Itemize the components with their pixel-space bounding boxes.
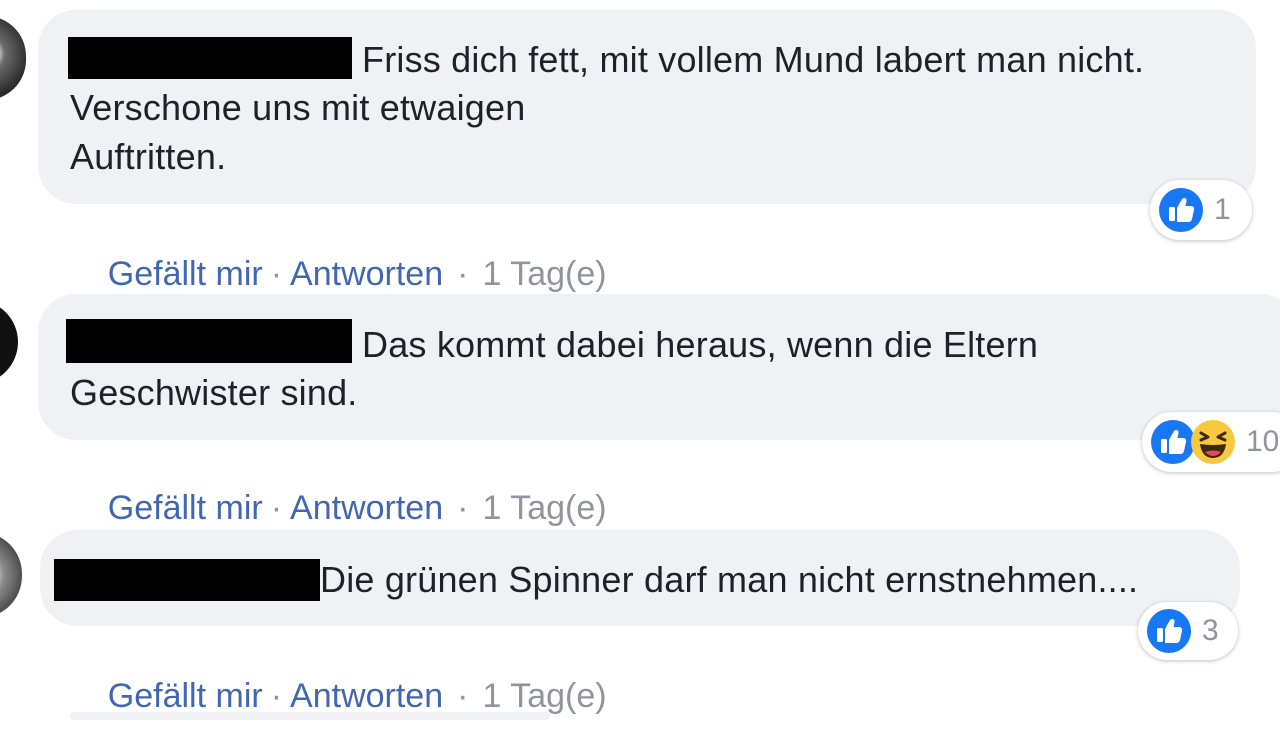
separator: · — [457, 677, 469, 715]
separator: · — [457, 255, 469, 293]
reply-link[interactable]: Antworten — [290, 489, 443, 527]
separator: · — [457, 489, 469, 527]
reaction-summary[interactable]: 10 — [1142, 412, 1280, 472]
redacted-author-name[interactable] — [68, 37, 352, 79]
separator: · — [270, 489, 283, 527]
separator: · — [270, 255, 283, 293]
comment-text-line-1: Das kommt dabei heraus, wenn die Eltern — [362, 324, 1039, 365]
comment-text-line-2: Geschwister sind. — [70, 372, 358, 413]
like-link[interactable]: Gefällt mir — [108, 677, 263, 715]
avatar[interactable] — [0, 16, 26, 100]
redacted-author-name[interactable] — [54, 559, 320, 601]
like-link[interactable]: Gefällt mir — [108, 489, 263, 527]
comment-text-line-1: Friss dich fett, mit vollem Mund labert … — [362, 39, 1145, 80]
avatar[interactable] — [0, 532, 22, 618]
comment-actions: Gefällt mir · Antworten · 1 Tag(e) — [70, 636, 607, 756]
like-link[interactable]: Gefällt mir — [108, 255, 263, 293]
reply-link[interactable]: Antworten — [290, 255, 443, 293]
comment-text-line-2: Verschone uns mit etwaigen — [70, 87, 526, 128]
reply-link[interactable]: Antworten — [290, 677, 443, 715]
like-icon — [1147, 609, 1191, 653]
reaction-count: 1 — [1214, 193, 1231, 226]
reaction-summary[interactable]: 1 — [1150, 180, 1252, 240]
reaction-count: 10 — [1246, 425, 1280, 458]
comment-text-line-3: Auftritten. — [70, 136, 227, 177]
next-comment-edge — [70, 712, 550, 720]
reaction-count: 3 — [1202, 614, 1219, 647]
timestamp[interactable]: 1 Tag(e) — [482, 489, 606, 527]
redacted-author-name[interactable] — [66, 319, 352, 363]
separator: · — [270, 677, 283, 715]
haha-icon — [1191, 420, 1235, 464]
avatar[interactable] — [0, 300, 18, 384]
like-icon — [1159, 188, 1203, 232]
comment-text-line-1: Die grünen Spinner darf man nicht ernstn… — [320, 559, 1139, 600]
timestamp[interactable]: 1 Tag(e) — [482, 677, 606, 715]
reaction-summary[interactable]: 3 — [1138, 602, 1238, 660]
timestamp[interactable]: 1 Tag(e) — [482, 255, 606, 293]
